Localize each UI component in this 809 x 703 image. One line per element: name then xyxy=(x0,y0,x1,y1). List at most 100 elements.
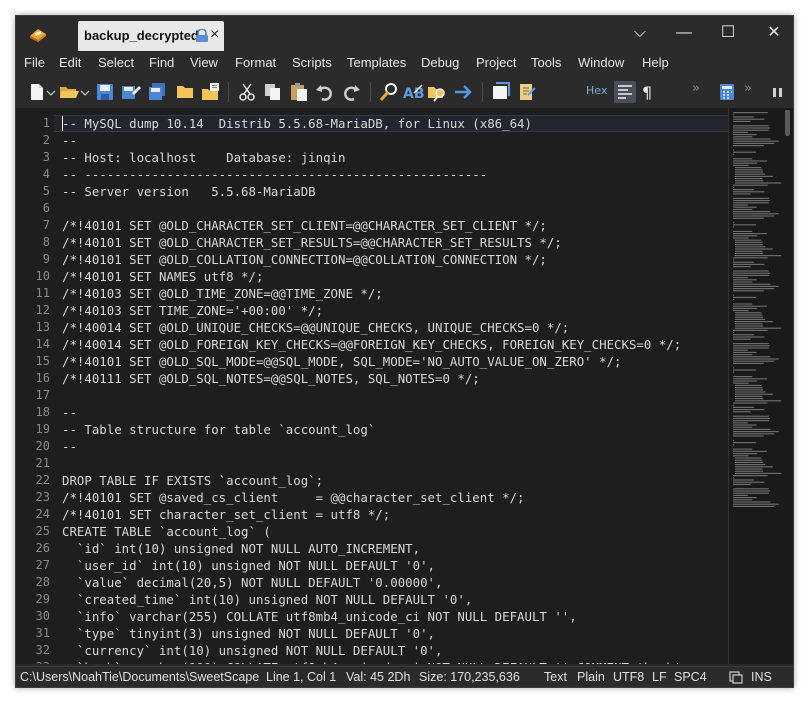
document-tab[interactable]: backup_decrypted × xyxy=(78,21,224,51)
text-mode-icon[interactable] xyxy=(614,81,636,103)
minimap-line xyxy=(733,211,771,213)
hex-mode-toggle[interactable]: Hex xyxy=(586,84,607,97)
text-editor[interactable]: 1 2 3 4 5 6 7 8 9 10 11 12 13 14 15 16 17 18 19 20 21 22 23 24 2… xyxy=(16,108,728,664)
status-indent[interactable]: SPC4 xyxy=(674,670,707,684)
minimap-line xyxy=(733,204,748,206)
toolbar-overflow-icon-2[interactable]: » xyxy=(744,81,752,96)
status-encoding[interactable]: UTF8 xyxy=(613,670,644,684)
new-file-icon[interactable] xyxy=(26,81,48,103)
status-edit-as[interactable]: Plain xyxy=(577,670,605,684)
redo-icon[interactable] xyxy=(340,81,362,103)
minimap-line xyxy=(733,433,775,435)
maximize-button[interactable]: ☐ xyxy=(716,22,740,44)
replace-icon[interactable]: AB xyxy=(402,81,424,103)
new-file-dropdown-icon[interactable] xyxy=(46,81,56,103)
workspace-icon[interactable] xyxy=(200,81,222,103)
minimap-line xyxy=(733,303,753,305)
status-view-mode[interactable]: Text xyxy=(544,670,567,684)
scrollbar-thumb[interactable] xyxy=(785,110,790,136)
minimap-line xyxy=(733,415,769,417)
minimap-line xyxy=(735,321,773,323)
code-line: -- xyxy=(62,405,77,420)
open-recent-icon[interactable] xyxy=(174,81,196,103)
tab-close-icon[interactable]: × xyxy=(210,27,219,43)
minimap-line xyxy=(733,235,758,237)
minimap-line xyxy=(735,384,762,386)
menu-templates[interactable]: Templates xyxy=(347,55,406,70)
keyboard-icon xyxy=(729,671,743,684)
menu-file[interactable]: File xyxy=(24,55,45,70)
minimize-button[interactable]: — xyxy=(672,22,696,44)
minimap-line xyxy=(735,241,763,243)
minimap-line xyxy=(733,453,758,455)
minimap-line xyxy=(733,481,765,483)
save-as-icon[interactable] xyxy=(120,81,142,103)
show-whitespace-icon[interactable]: ¶ xyxy=(638,81,660,103)
minimap-line xyxy=(733,380,758,382)
minimap-line xyxy=(733,191,765,193)
minimap-line xyxy=(733,358,779,360)
code-line: `info` varchar(255) COLLATE utf8mb4_unic… xyxy=(62,609,577,624)
menu-view[interactable]: View xyxy=(190,55,218,70)
menu-help[interactable]: Help xyxy=(642,55,669,70)
undo-icon[interactable] xyxy=(314,81,336,103)
save-all-icon[interactable] xyxy=(146,81,168,103)
minimap-line xyxy=(733,475,768,477)
minimap-line xyxy=(733,345,770,347)
menu-select[interactable]: Select xyxy=(98,55,134,70)
save-icon[interactable] xyxy=(94,81,116,103)
cut-icon[interactable] xyxy=(236,81,258,103)
minimap-line xyxy=(733,477,735,479)
minimap-line xyxy=(733,494,748,496)
close-window-button[interactable]: ✕ xyxy=(762,22,786,44)
menu-tools[interactable]: Tools xyxy=(531,55,561,70)
minimap-line xyxy=(733,360,775,362)
minimap-line xyxy=(733,283,771,285)
panels-icon[interactable] xyxy=(770,81,786,103)
menu-find[interactable]: Find xyxy=(149,55,174,70)
calculator-icon[interactable] xyxy=(716,81,738,103)
minimap-line xyxy=(735,398,764,400)
minimap-line xyxy=(733,200,770,202)
minimap-line xyxy=(735,325,764,327)
copy-icon[interactable] xyxy=(262,81,284,103)
menu-edit[interactable]: Edit xyxy=(59,55,81,70)
goto-icon[interactable] xyxy=(452,81,474,103)
minimap-line xyxy=(733,356,771,358)
status-insert-mode[interactable]: INS xyxy=(751,670,772,684)
minimap-line xyxy=(733,160,768,162)
open-dropdown-icon[interactable] xyxy=(80,81,90,103)
minimap-line xyxy=(733,136,753,138)
script-icon[interactable] xyxy=(516,81,538,103)
minimap-line xyxy=(733,217,764,219)
minimap-line xyxy=(733,261,754,263)
find-in-files-icon[interactable] xyxy=(426,81,448,103)
minimap[interactable] xyxy=(728,108,793,664)
open-folder-icon[interactable] xyxy=(58,81,80,103)
menu-debug[interactable]: Debug xyxy=(421,55,459,70)
tab-list-dropdown-icon[interactable]: ⌵ xyxy=(628,22,652,44)
code-area[interactable]: -- MySQL dump 10.14 Distrib 5.5.68-Maria… xyxy=(16,108,728,664)
bookmark-icon[interactable] xyxy=(490,81,512,103)
minimap-line xyxy=(733,279,757,281)
minimap-line xyxy=(733,367,735,369)
minimap-line xyxy=(733,376,753,378)
minimap-line xyxy=(733,442,757,444)
menu-bar: File Edit Select Find View Format Script… xyxy=(16,52,793,76)
status-cursor-position[interactable]: Line 1, Col 1 xyxy=(266,670,336,684)
menu-project[interactable]: Project xyxy=(476,55,516,70)
menu-scripts[interactable]: Scripts xyxy=(292,55,332,70)
minimap-line xyxy=(735,400,782,402)
minimap-line xyxy=(735,327,782,329)
minimap-line xyxy=(733,213,779,215)
toolbar-overflow-icon[interactable]: » xyxy=(692,81,700,96)
code-line: `currency` int(10) unsigned NOT NULL DEF… xyxy=(62,643,443,658)
menu-window[interactable]: Window xyxy=(578,55,624,70)
find-icon[interactable] xyxy=(378,81,400,103)
code-line: -- xyxy=(62,133,77,148)
paste-icon[interactable] xyxy=(288,81,310,103)
minimap-line xyxy=(733,490,770,492)
status-line-ending[interactable]: LF xyxy=(652,670,667,684)
menu-format[interactable]: Format xyxy=(235,55,276,70)
minimap-line xyxy=(735,395,763,397)
